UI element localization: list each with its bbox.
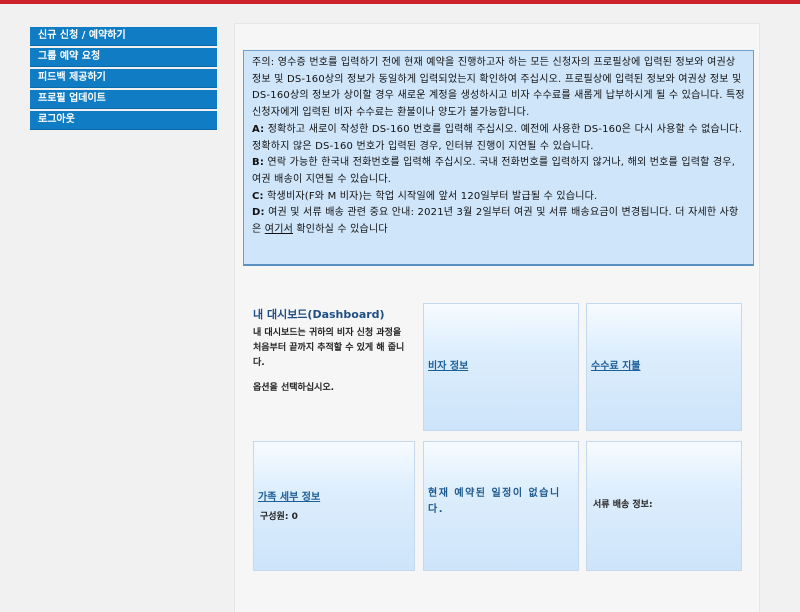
- dashboard-intro: 내 대시보드(Dashboard) 내 대시보드는 귀하의 비자 신청 과정을 …: [253, 306, 405, 406]
- main-content: 주의: 영수증 번호를 입력하기 전에 현재 예약을 진행하고자 하는 모든 신…: [234, 23, 760, 612]
- notice-box: 주의: 영수증 번호를 입력하기 전에 현재 예약을 진행하고자 하는 모든 신…: [243, 50, 754, 266]
- sidebar-item-group-appointment[interactable]: 그룹 예약 요청: [30, 48, 217, 67]
- visa-info-link[interactable]: 비자 정보: [428, 357, 468, 372]
- notice-intro: 주의: 영수증 번호를 입력하기 전에 현재 예약을 진행하고자 하는 모든 신…: [252, 57, 745, 119]
- notice-d-tail: 확인하실 수 있습니다: [296, 224, 388, 236]
- notice-b-text: 연락 가능한 한국내 전화번호를 입력해 주십시오. 국내 전화번호를 입력하지…: [252, 157, 736, 185]
- family-info-link[interactable]: 가족 세부 정보: [258, 488, 320, 503]
- sidebar-item-update-profile[interactable]: 프로필 업데이트: [30, 90, 217, 109]
- family-info-tile[interactable]: 가족 세부 정보 구성원: 0: [253, 441, 415, 571]
- notice-c-text: 학생비자(F와 M 비자)는 학업 시작일에 앞서 120일부터 발급될 수 있…: [267, 190, 598, 202]
- notice-b-label: B:: [252, 157, 265, 169]
- dashboard-title: 내 대시보드(Dashboard): [253, 308, 385, 321]
- notice-a-text: 정확하고 새로이 작성한 DS-160 번호를 입력해 주십시오. 예전에 사용…: [252, 123, 743, 152]
- delivery-info-tile: 서류 배송 정보:: [586, 441, 742, 571]
- sidebar-item-new-application[interactable]: 신규 신청 / 예약하기: [30, 27, 217, 46]
- fee-payment-tile[interactable]: 수수료 지불: [586, 303, 742, 431]
- notice-c-label: C:: [252, 190, 264, 202]
- top-accent-bar: [0, 0, 800, 4]
- sidebar-nav: 신규 신청 / 예약하기 그룹 예약 요청 피드백 제공하기 프로필 업데이트 …: [30, 27, 217, 132]
- family-members-count: 구성원: 0: [260, 512, 298, 522]
- dashboard-description: 내 대시보드는 귀하의 비자 신청 과정을 처음부터 끝까지 추적할 수 있게 …: [253, 328, 405, 368]
- notice-d-label: D:: [252, 207, 265, 219]
- visa-info-tile[interactable]: 비자 정보: [423, 303, 579, 431]
- sidebar-item-feedback[interactable]: 피드백 제공하기: [30, 69, 217, 88]
- notice-a-label: A:: [252, 123, 265, 135]
- sidebar-item-logout[interactable]: 로그아웃: [30, 111, 217, 130]
- no-appointment-text: 현재 예약된 일정이 없습니다.: [428, 488, 561, 515]
- notice-d-link[interactable]: 여기서: [265, 224, 293, 235]
- dashboard-prompt: 옵션을 선택하십시오.: [253, 383, 335, 393]
- fee-payment-link[interactable]: 수수료 지불: [591, 357, 640, 372]
- appointment-tile: 현재 예약된 일정이 없습니다.: [423, 441, 579, 571]
- delivery-info-label: 서류 배송 정보:: [593, 500, 653, 510]
